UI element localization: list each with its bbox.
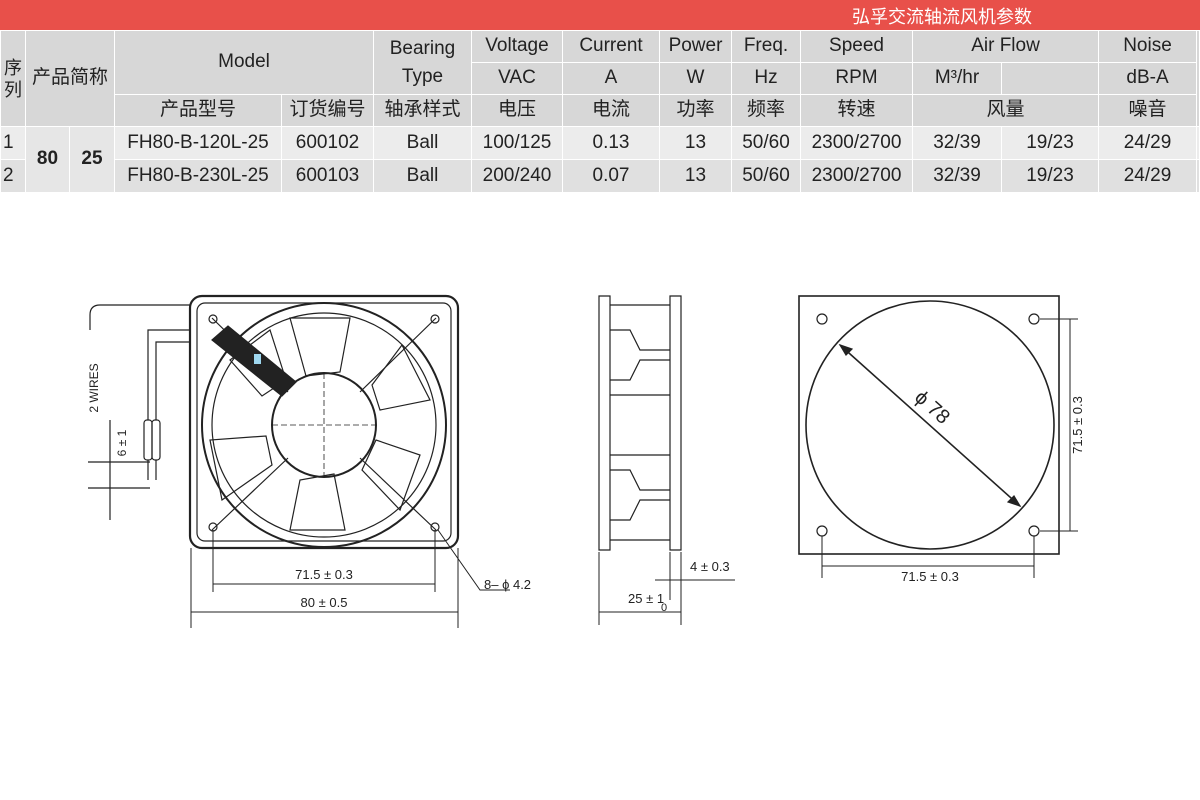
rear-v-pitch-label: 71.5 ± 0.3 [1070,396,1085,454]
wire-connector [151,419,161,461]
mounting-hole [1028,525,1040,537]
flange-label: 4 ± 0.3 [690,559,730,574]
wire-path [147,460,157,480]
fan-blade [289,473,346,531]
wire-connector [143,419,153,461]
fan-blade [209,435,273,502]
wires-label: 2 WIRES [87,363,101,412]
wire-dim-label: 6 ± 1 [115,429,129,456]
side-flange [598,295,611,551]
hole-pitch-label: 71.5 ± 0.3 [295,567,353,582]
side-body [610,394,670,456]
side-view-drawing [598,295,735,625]
diameter-line [839,344,1021,507]
side-blade [610,329,670,381]
rear-view-drawing [798,295,1078,578]
fan-blade [361,439,421,512]
label-sticker [254,354,261,364]
mounting-hole [816,313,828,325]
depth-label: 25 ± 1 [628,591,664,606]
mounting-hole [816,525,828,537]
depth-sub-label: 0 [661,602,667,614]
diameter-label: ϕ 78 [910,386,954,428]
side-body [610,304,670,541]
side-blade [610,469,670,521]
side-flange [669,295,682,551]
wire-path [89,304,190,330]
fan-blade [289,317,351,377]
technical-drawings: 2 WIRES 6 ± 1 71.5 ± 0.3 80 ± 0.5 8– ϕ 4… [87,294,1085,628]
mounting-hole [1028,313,1040,325]
outer-size-label: 80 ± 0.5 [301,595,348,610]
wire-path [147,329,190,420]
fan-blade [371,343,431,411]
rear-h-pitch-label: 71.5 ± 0.3 [901,569,959,584]
holes-label: 8– ϕ 4.2 [484,577,531,592]
